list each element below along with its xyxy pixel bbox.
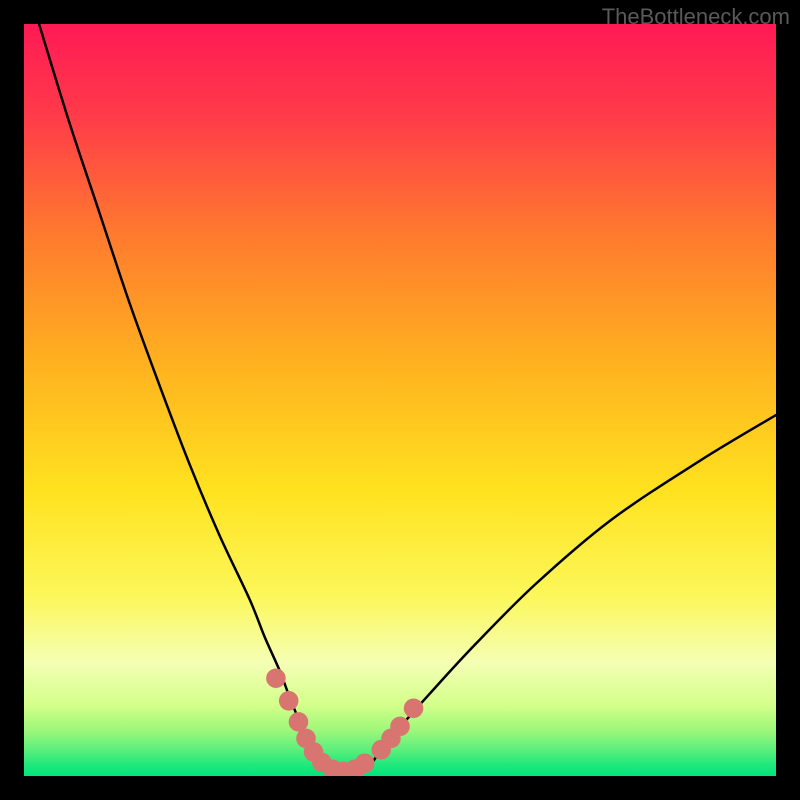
plot-area	[24, 24, 776, 776]
data-marker	[390, 717, 410, 737]
watermark-text: TheBottleneck.com	[602, 4, 790, 30]
data-marker	[404, 699, 424, 719]
chart-background	[24, 24, 776, 776]
chart-frame: TheBottleneck.com	[0, 0, 800, 800]
data-marker	[266, 668, 286, 688]
chart-svg	[24, 24, 776, 776]
data-marker	[355, 753, 375, 773]
data-marker	[279, 691, 299, 711]
